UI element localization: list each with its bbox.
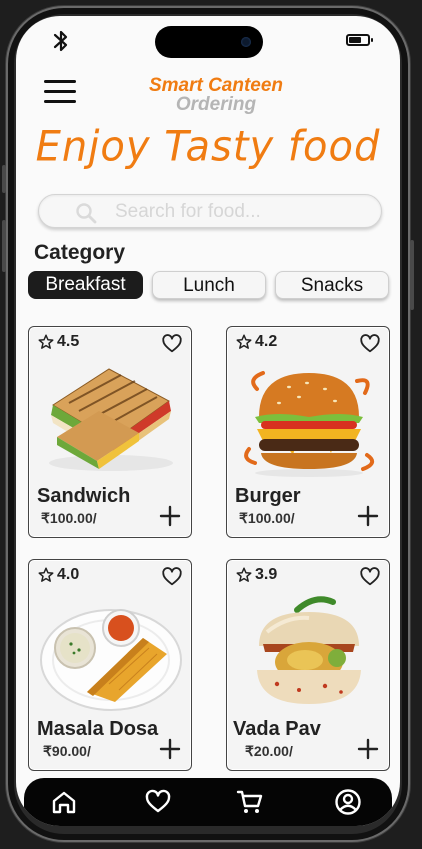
favorite-heart-icon[interactable] [161, 566, 183, 588]
item-name: Sandwich [37, 485, 131, 507]
star-icon [236, 567, 252, 582]
home-icon[interactable] [50, 788, 78, 816]
phone-side-button-right [410, 240, 414, 310]
food-card-masala-dosa[interactable]: 4.0 Masala Dosa ₹90.00/ [28, 559, 192, 771]
tagline: Enjoy Tasty food [35, 122, 381, 172]
add-to-cart-plus-icon[interactable] [159, 738, 181, 760]
dynamic-island [155, 26, 263, 58]
search-icon [76, 203, 97, 224]
battery-icon [346, 34, 373, 46]
cart-icon[interactable] [236, 788, 264, 816]
add-to-cart-plus-icon[interactable] [357, 505, 379, 527]
star-icon [38, 567, 54, 582]
item-price: ₹100.00/ [239, 510, 295, 526]
food-card-vada-pav[interactable]: 3.9 Vada Pav ₹20.00/ [226, 559, 390, 771]
brand-subtitle: Ordering [175, 94, 257, 115]
item-name: Vada Pav [233, 718, 321, 740]
rating: 4.2 [235, 333, 277, 351]
rating: 3.9 [235, 566, 277, 584]
phone-side-button-left-1 [2, 165, 6, 193]
app-screen: Smart Canteen Ordering Enjoy Tasty food … [16, 16, 400, 826]
rating-value: 4.2 [255, 333, 278, 350]
rating: 4.0 [37, 566, 79, 584]
favorite-heart-icon[interactable] [161, 333, 183, 355]
item-name: Burger [235, 485, 301, 507]
rating-value: 3.9 [255, 566, 278, 583]
bluetooth-icon [53, 30, 68, 52]
brand-title: Smart Canteen [148, 75, 284, 96]
food-card-burger[interactable]: 4.2 Burger ₹100.00/ [226, 326, 390, 538]
item-price: ₹90.00/ [43, 743, 91, 759]
phone-side-button-left-2 [2, 220, 6, 272]
search-bar[interactable] [38, 194, 382, 228]
masala-dosa-image [40, 609, 182, 711]
vada-pav-image [257, 596, 361, 704]
star-icon [236, 334, 252, 349]
favorite-heart-icon[interactable] [359, 566, 381, 588]
rating-value: 4.0 [57, 566, 80, 583]
favorite-heart-icon[interactable] [359, 333, 381, 355]
rating-value: 4.5 [57, 333, 80, 350]
add-to-cart-plus-icon[interactable] [159, 505, 181, 527]
category-chip-lunch[interactable]: Lunch [152, 271, 266, 299]
burger-image [244, 371, 375, 477]
rating: 4.5 [37, 333, 79, 351]
category-chip-snacks[interactable]: Snacks [275, 271, 389, 299]
category-chips: Breakfast Lunch Snacks [28, 271, 400, 299]
camera-icon [241, 37, 251, 47]
sandwich-image [49, 368, 173, 471]
app-brand: Smart Canteen Ordering [116, 76, 316, 114]
add-to-cart-plus-icon[interactable] [357, 738, 379, 760]
hamburger-menu-icon[interactable] [44, 80, 76, 104]
item-name: Masala Dosa [37, 718, 159, 740]
food-card-sandwich[interactable]: 4.5 Sandwich ₹100.00/ [28, 326, 192, 538]
profile-icon[interactable] [334, 788, 362, 816]
star-icon [38, 334, 54, 349]
item-price: ₹20.00/ [245, 743, 293, 759]
category-chip-breakfast[interactable]: Breakfast [28, 271, 143, 299]
bottom-navigation [24, 778, 392, 826]
search-input[interactable] [115, 198, 365, 226]
item-price: ₹100.00/ [41, 510, 97, 526]
category-title: Category [34, 241, 126, 264]
favorites-heart-icon[interactable] [144, 788, 172, 816]
battery-level [349, 37, 361, 43]
